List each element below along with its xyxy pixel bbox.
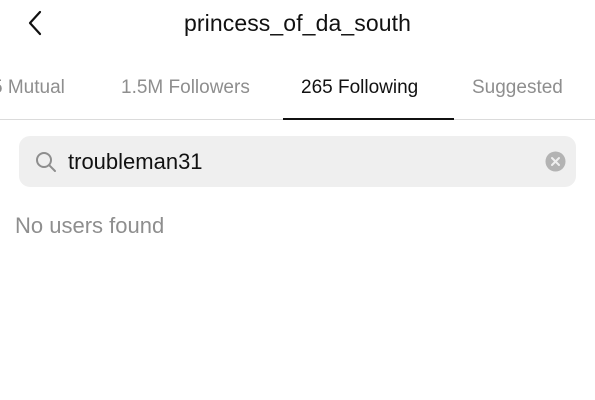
tab-following[interactable]: 265 Following	[301, 77, 418, 99]
page-title: princess_of_da_south	[183, 10, 412, 36]
tab-suggested[interactable]: Suggested	[472, 77, 563, 99]
clear-icon[interactable]	[545, 151, 566, 172]
search-input[interactable]	[68, 144, 528, 179]
tab-followers[interactable]: 1.5M Followers	[121, 77, 250, 99]
header: princess_of_da_south	[0, 0, 595, 50]
tab-mutual[interactable]: 5 Mutual	[0, 77, 65, 99]
tab-bar: 5 Mutual 1.5M Followers 265 Following Su…	[0, 60, 595, 120]
search-bar[interactable]	[19, 136, 576, 187]
active-tab-indicator	[283, 118, 454, 120]
search-icon	[36, 152, 56, 172]
empty-results-message: No users found	[15, 213, 165, 238]
